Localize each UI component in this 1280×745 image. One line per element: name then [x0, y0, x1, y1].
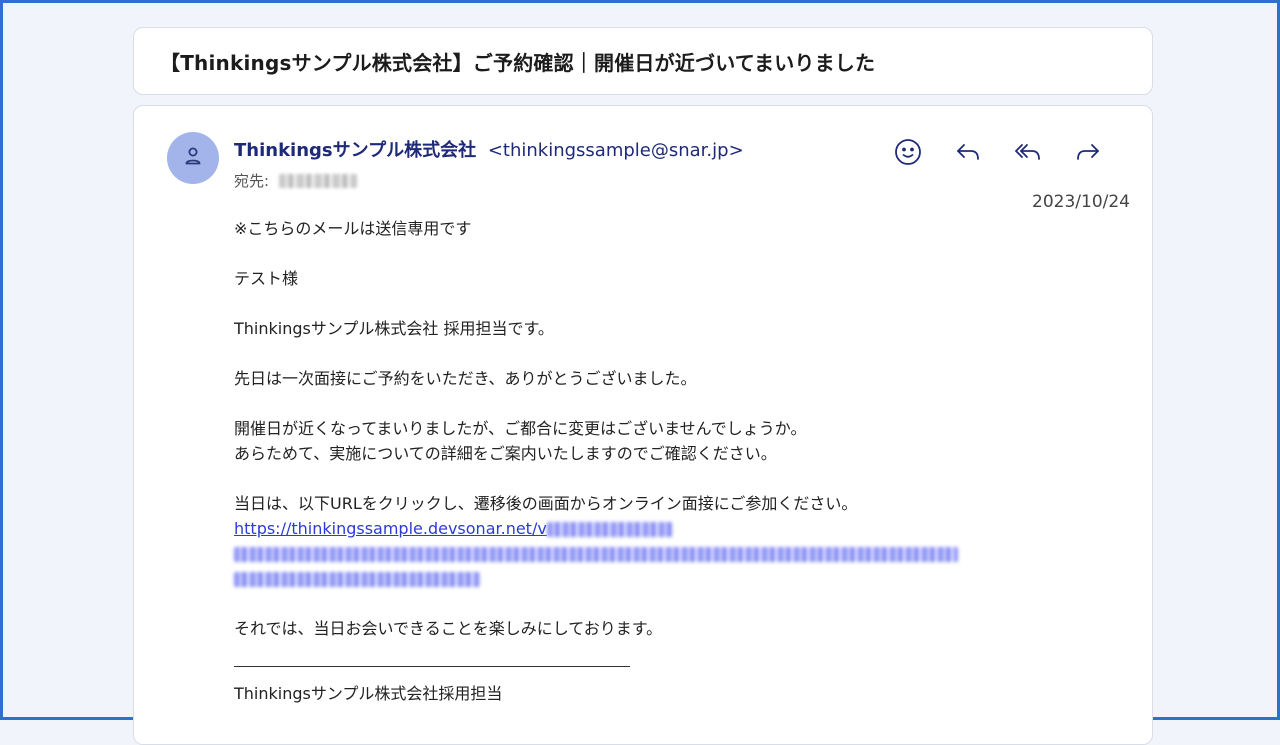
- sender-name: Thinkingsサンプル株式会社: [234, 140, 477, 161]
- sender-avatar[interactable]: [167, 132, 219, 184]
- recipient-name-redacted: [279, 173, 358, 188]
- email-date: 2023/10/24: [1032, 192, 1130, 212]
- person-icon: [182, 145, 204, 171]
- signature-divider: [234, 666, 630, 667]
- sender-email: <thinkingssample@snar.jp>: [487, 140, 744, 161]
- closing-text: それでは、当日お会いできることを楽しみにしております。: [234, 619, 663, 638]
- recipient-label: 宛先:: [234, 172, 270, 190]
- smiley-icon: [893, 137, 923, 171]
- reply-button[interactable]: [950, 136, 986, 172]
- thanks-text: 先日は一次面接にご予約をいただき、ありがとうございました。: [234, 369, 697, 388]
- react-button[interactable]: [890, 136, 926, 172]
- notice-text: ※こちらのメールは送信専用です: [234, 219, 472, 238]
- signature-text: Thinkingsサンプル株式会社採用担当: [234, 684, 503, 703]
- message-actions: [890, 136, 1106, 172]
- meeting-url-redacted-2[interactable]: [234, 547, 958, 562]
- reply-all-icon: [1013, 137, 1043, 171]
- greeting-text: テスト様: [234, 269, 299, 288]
- reply-all-button[interactable]: [1010, 136, 1046, 172]
- email-message: Thinkingsサンプル株式会社 <thinkingssample@snar.…: [133, 105, 1153, 745]
- confirm-line-1: 開催日が近くなってまいりましたが、ご都合に変更はございませんでしょうか。: [234, 419, 807, 438]
- reply-icon: [953, 137, 983, 171]
- forward-icon: [1073, 137, 1103, 171]
- instruction-text: 当日は、以下URLをクリックし、遷移後の画面からオンライン面接にご参加ください。: [234, 494, 858, 513]
- confirm-line-2: あらためて、実施についての詳細をご案内いたしますのでご確認ください。: [234, 444, 777, 463]
- forward-button[interactable]: [1070, 136, 1106, 172]
- instruction-paragraph: 当日は、以下URLをクリックし、遷移後の画面からオンライン面接にご参加ください。…: [234, 491, 1094, 591]
- subject-header: 【Thinkingsサンプル株式会社】ご予約確認｜開催日が近づいてまいりました: [133, 27, 1153, 95]
- meeting-url-visible: https://thinkingssample.devsonar.net/v: [234, 519, 547, 538]
- meeting-url-link[interactable]: https://thinkingssample.devsonar.net/v: [234, 519, 673, 538]
- meeting-url-redacted-3[interactable]: [234, 572, 480, 587]
- email-body: ※こちらのメールは送信専用です テスト様 Thinkingsサンプル株式会社 採…: [234, 216, 1094, 706]
- confirm-paragraph: 開催日が近くなってまいりましたが、ご都合に変更はございませんでしょうか。 あらた…: [234, 416, 1094, 466]
- intro-text: Thinkingsサンプル株式会社 採用担当です。: [234, 319, 554, 338]
- meeting-url-redacted-1: [546, 522, 673, 537]
- email-subject: 【Thinkingsサンプル株式会社】ご予約確認｜開催日が近づいてまいりました: [160, 50, 876, 75]
- recipient-line: 宛先:: [234, 170, 358, 191]
- sender-line: Thinkingsサンプル株式会社 <thinkingssample@snar.…: [234, 136, 744, 162]
